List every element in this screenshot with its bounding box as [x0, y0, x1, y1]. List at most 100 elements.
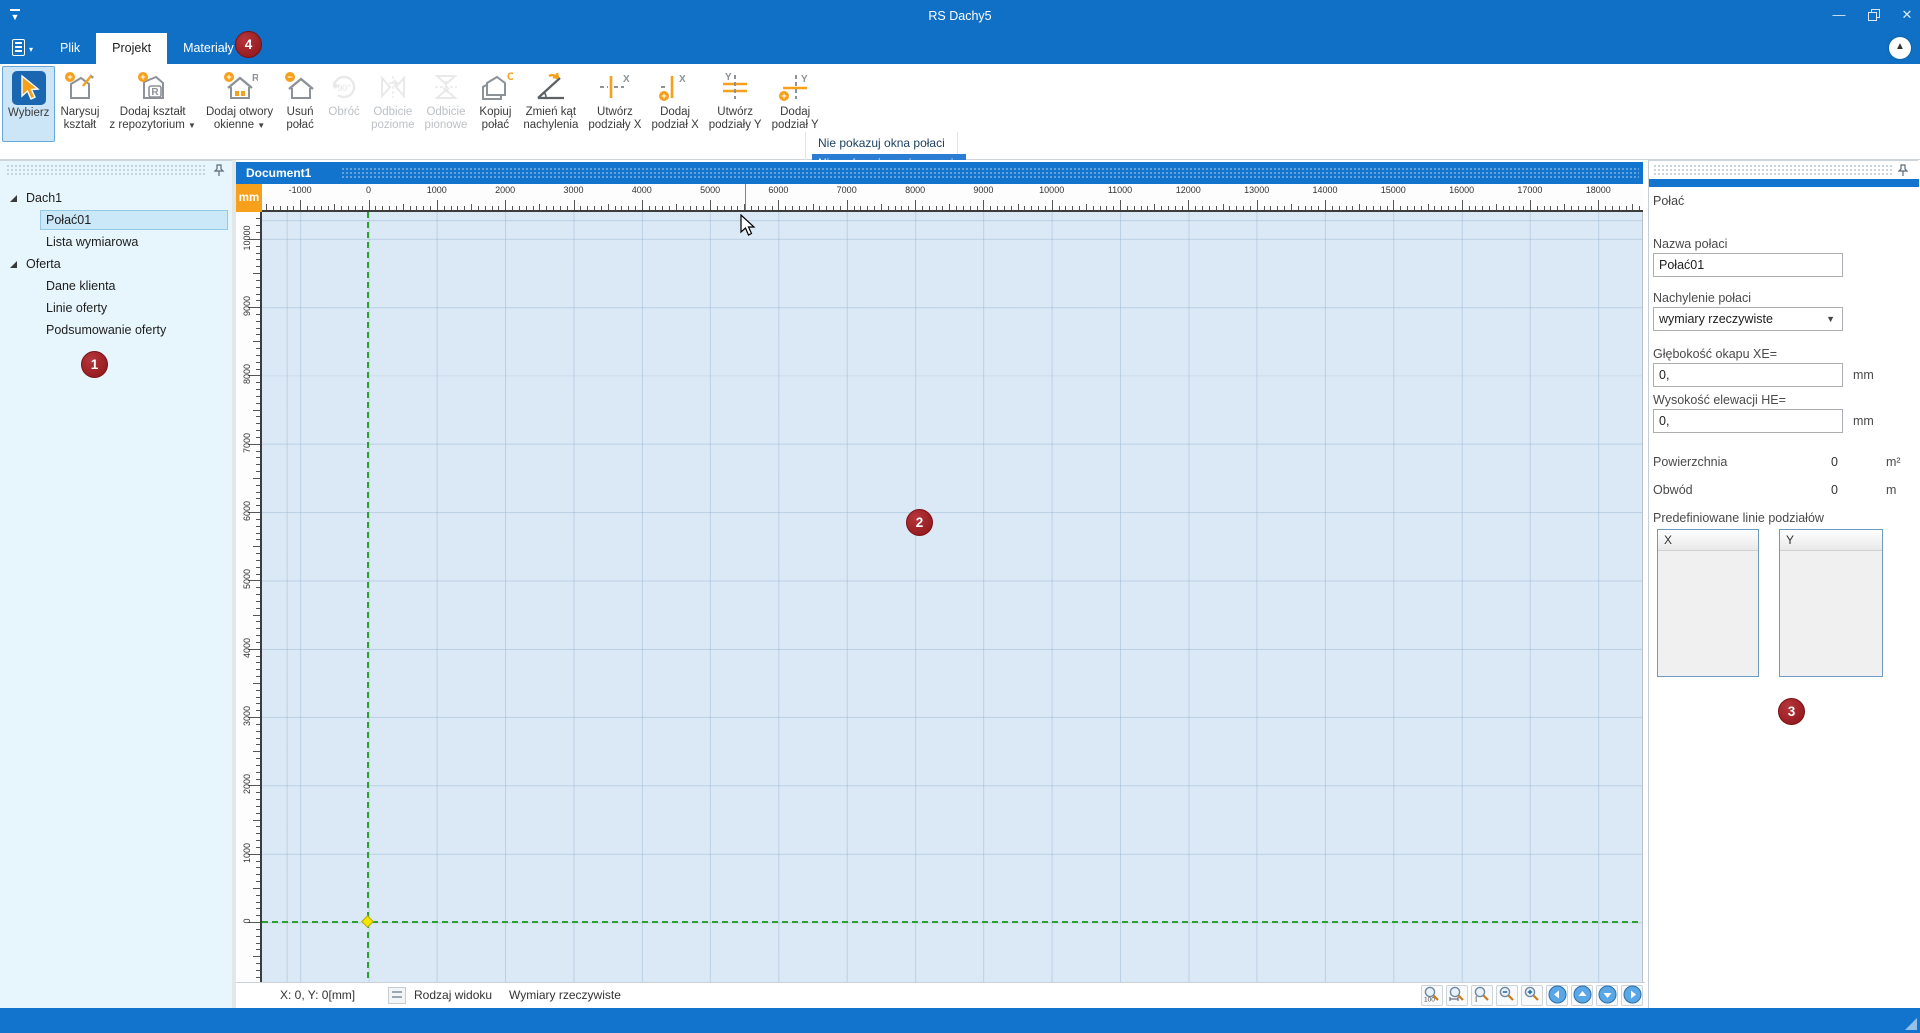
ribbon-button-window-openings[interactable]: R+Dodaj otworyokienne ▼ [201, 66, 278, 142]
h-ruler-label: 17000 [1517, 185, 1542, 195]
view-type-value[interactable]: Wymiary rzeczywiste [509, 983, 621, 1008]
document-tab-bar[interactable]: Document1 [236, 162, 1643, 184]
tree-item-dach1[interactable]: Dach1 [0, 187, 232, 209]
h-ruler-label: 14000 [1312, 185, 1337, 195]
panel-drag-strip[interactable] [1653, 164, 1892, 177]
tree-item-dane-klienta[interactable]: Dane klienta [0, 275, 232, 297]
mouse-cursor [739, 214, 757, 238]
svg-text:Y: Y [725, 72, 732, 83]
ribbon-button-add-division-x[interactable]: X+Dodajpodział X [646, 66, 703, 142]
drawing-canvas[interactable] [262, 212, 1643, 982]
tab-projekt[interactable]: Projekt [96, 33, 167, 64]
area-label: Powierzchnia [1653, 455, 1727, 469]
h-ruler-label: 13000 [1244, 185, 1269, 195]
h-ruler-label: 8000 [905, 185, 925, 195]
ribbon-button-shape-repository[interactable]: R+Dodaj kształtz repozytorium ▼ [104, 66, 201, 142]
elevation-height-input[interactable] [1653, 409, 1843, 433]
name-input[interactable] [1653, 253, 1843, 277]
zoom-out-button[interactable] [1496, 985, 1518, 1006]
annotation-badge-4: 4 [235, 31, 262, 58]
perimeter-value: 0 [1831, 483, 1838, 497]
tab-plik[interactable]: Plik [44, 33, 96, 64]
view-type-label: Rodzaj widoku [414, 983, 492, 1008]
divisions-x-listbox[interactable]: X [1657, 529, 1759, 677]
document-bar-texture [341, 167, 1639, 179]
ribbon-button-select-cursor[interactable]: Wybierz [2, 66, 55, 142]
ribbon-button-draw-shape[interactable]: +Narysujkształt [55, 66, 104, 142]
ribbon-button-remove-roof[interactable]: −Usuńpołać [278, 66, 322, 142]
ribbon-button-create-divisions-y[interactable]: YUtwórzpodziały Y [704, 66, 767, 142]
ribbon-tab-row: ▾ PlikProjektMateriały [0, 33, 1920, 64]
annotation-badge-3: 3 [1778, 698, 1805, 725]
view-type-icon [388, 987, 406, 1004]
ribbon-button-copy-roof[interactable]: CKopiujpołać [472, 66, 518, 142]
pan-left-button[interactable] [1546, 985, 1568, 1006]
ribbon-button-mirror-vertical: Odbiciepionowe [420, 66, 473, 142]
ribbon-button-label: Obróć [328, 106, 359, 119]
tree-item-oferta[interactable]: Oferta [0, 253, 232, 275]
window-title: RS Dachy5 [0, 0, 1920, 33]
ribbon-button-label: Odbiciepoziome [371, 106, 414, 132]
shape-repository-icon: R+ [136, 68, 170, 106]
annotation-badge-2: 2 [906, 509, 933, 536]
v-ruler-label: 0 [242, 901, 252, 941]
pan-right-button[interactable] [1621, 985, 1643, 1006]
origin-guide-horizontal [262, 921, 1643, 923]
pan-right-icon [1623, 985, 1642, 1007]
tree-item-połać01[interactable]: Połać01 [0, 209, 232, 231]
pan-up-button[interactable] [1571, 985, 1593, 1006]
resize-grip[interactable] [1905, 1018, 1917, 1030]
slope-dropdown-value: wymiary rzeczywiste [1659, 312, 1773, 326]
panel-drag-strip[interactable] [6, 164, 206, 177]
v-ruler-label: 3000 [242, 696, 252, 736]
ribbon-button-rotate-90: 90°Obróć [322, 66, 366, 142]
window-openings-icon: R+ [222, 68, 258, 106]
toggle-0[interactable]: Nie pokazuj okna połaci [812, 134, 951, 152]
document-tab[interactable]: Document1 [246, 162, 311, 184]
dropdown-arrow-icon: ▼ [257, 121, 265, 130]
title-bar: ▼ RS Dachy5 — ✕ [0, 0, 1920, 33]
restore-button[interactable] [1858, 0, 1892, 30]
horizontal-ruler: -100001000200030004000500060007000800090… [262, 184, 1643, 212]
collapse-ribbon-button[interactable]: ▲ [1889, 37, 1911, 59]
h-ruler-label: 16000 [1449, 185, 1474, 195]
ribbon-button-label: Utwórzpodziały X [588, 106, 641, 132]
pin-icon[interactable] [1896, 163, 1910, 177]
eaves-depth-unit: mm [1853, 368, 1874, 382]
eaves-depth-input[interactable] [1653, 363, 1843, 387]
tree-expander-icon[interactable] [10, 261, 17, 268]
tree-item-lista-wymiarowa[interactable]: Lista wymiarowa [0, 231, 232, 253]
zoom-page-width-button[interactable] [1446, 985, 1468, 1006]
add-division-y-icon: Y+ [777, 68, 813, 106]
ribbon-button-create-divisions-x[interactable]: XUtwórzpodziały X [583, 66, 646, 142]
name-label: Nazwa połaci [1653, 237, 1727, 251]
panel-title: Połać [1653, 194, 1684, 208]
svg-text:+: + [140, 72, 145, 82]
close-button[interactable]: ✕ [1894, 0, 1920, 30]
ribbon-button-change-slope-angle[interactable]: Zmień kątnachylenia [518, 66, 583, 142]
vertical-ruler: 1000090008000700060005000400030002000100… [236, 212, 262, 982]
quick-access-customize-icon[interactable]: ▼ [8, 9, 22, 22]
minimize-button[interactable]: — [1822, 0, 1856, 30]
pan-down-button[interactable] [1596, 985, 1618, 1006]
tree-item-podsumowanie-oferty[interactable]: Podsumowanie oferty [0, 319, 232, 341]
pin-icon[interactable] [212, 163, 226, 177]
dropdown-arrow-icon: ▼ [188, 121, 196, 130]
zoom-in-button[interactable] [1521, 985, 1543, 1006]
zoom-100-button[interactable]: 100 [1421, 985, 1443, 1006]
svg-text:−: − [287, 72, 292, 82]
document-status-bar: X: 0, Y: 0[mm] Rodzaj widoku Wymiary rze… [236, 982, 1645, 1008]
v-ruler-label: 1000 [242, 833, 252, 873]
ribbon-button-add-division-y[interactable]: Y+Dodajpodział Y [767, 66, 824, 142]
svg-text:I: I [1475, 995, 1477, 1003]
divisions-y-listbox[interactable]: Y [1779, 529, 1883, 677]
zoom-selection-button[interactable]: I [1471, 985, 1493, 1006]
h-ruler-label: 7000 [837, 185, 857, 195]
tree-expander-icon[interactable] [10, 195, 17, 202]
h-ruler-label: 18000 [1586, 185, 1611, 195]
project-tree: Dach1Połać01Lista wymiarowaOfertaDane kl… [0, 187, 232, 341]
tree-item-linie-oferty[interactable]: Linie oferty [0, 297, 232, 319]
slope-dropdown[interactable]: wymiary rzeczywiste ▼ [1653, 307, 1843, 331]
app-menu-button[interactable]: ▾ [6, 36, 40, 62]
ribbon-button-label: Dodaj otworyokienne ▼ [206, 106, 273, 132]
